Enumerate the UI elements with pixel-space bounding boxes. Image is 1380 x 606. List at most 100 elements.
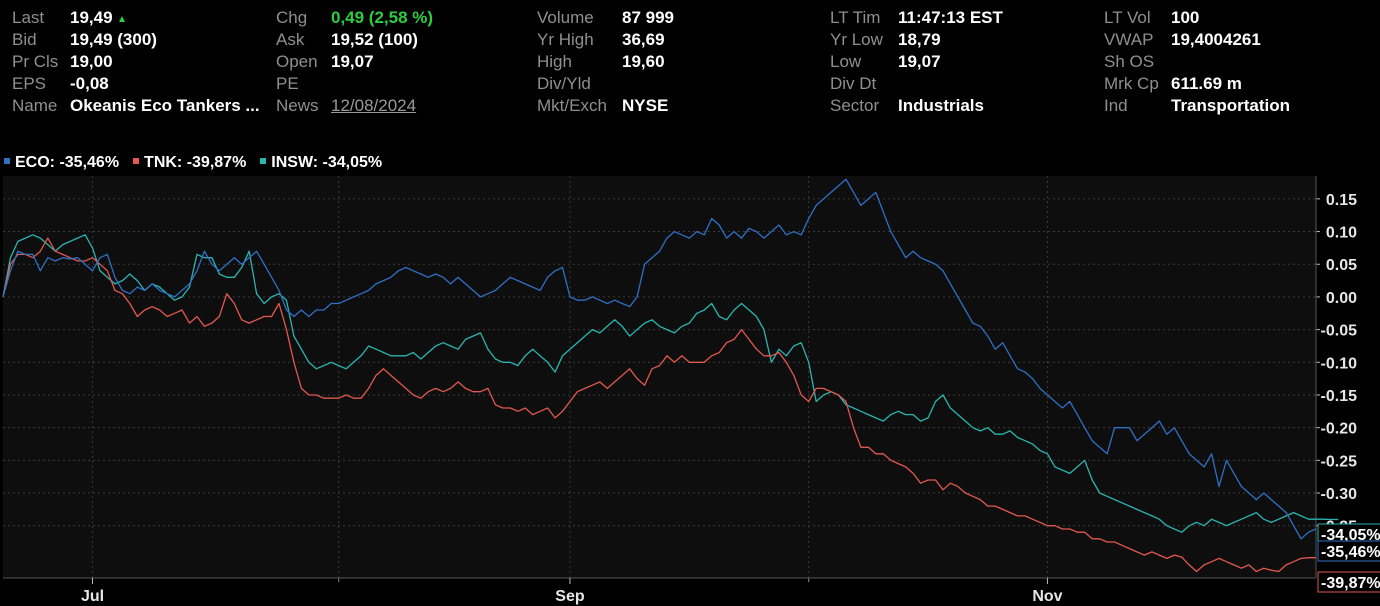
field-value-text-lt-tim: 11:47:13 EST [898, 8, 1003, 27]
legend-swatch-icon [260, 157, 267, 164]
field-label-sh-os: Sh OS [1104, 52, 1155, 71]
field-value-text-eps: -0,08 [70, 74, 109, 93]
end-label-text: -39,87% [1321, 575, 1380, 592]
field-value-ask: 19,52 (100) [331, 29, 418, 51]
y-tick-label: -0.15 [1321, 388, 1358, 405]
quote-row: Last 19,49 Chg 0,49 (2,58 %) Volume 87 999 LT … [0, 7, 1380, 29]
legend-item-eco[interactable]: ECO: -35,46% [4, 154, 119, 171]
field-label-div-dt: Div Dt [830, 74, 877, 93]
chart-legend: ECO: -35,46% TNK: -39,87% INSW: -34,05% [4, 152, 396, 174]
field-label-high: High [537, 52, 572, 71]
field-label-lt-vol: LT Vol [1104, 8, 1151, 27]
field-label-sector: Sector [830, 96, 880, 115]
field-label-news: News [276, 96, 319, 115]
y-tick-label: -0.30 [1321, 486, 1358, 503]
field-value-text-lt-vol: 100 [1171, 8, 1200, 27]
field-label-pe: PE [276, 74, 299, 93]
field-value-pr-cls: 19,00 [70, 51, 113, 73]
field-label-last: Last [12, 8, 45, 27]
field-value-text-yr-low: 18,79 [898, 30, 941, 49]
field-value-yr-high: 36,69 [622, 29, 665, 51]
x-tick-label: Sep [555, 588, 585, 605]
y-tick-label: 0.15 [1326, 192, 1357, 209]
chart-canvas[interactable]: 0.15 0.10 0.05 0.00 -0.05 -0.10 -0.15 -0.20 -0.2… [0, 174, 1380, 606]
field-value-sector: Industrials [898, 95, 984, 117]
field-label-ask: Ask [276, 30, 305, 49]
field-value-text-mrk-cp: 611.69 m [1171, 74, 1242, 93]
legend-text: ECO: -35,46% [15, 154, 120, 171]
field-label-mkt-exch: Mkt/Exch [537, 96, 607, 115]
field-value-chg: 0,49 (2,58 %) [331, 7, 433, 29]
quote-row: Bid 19,49 (300) Ask 19,52 (100) Yr High 36,69… [0, 29, 1380, 51]
field-value-yr-low: 18,79 [898, 29, 941, 51]
y-tick-label: -0.10 [1321, 355, 1358, 372]
quote-row: Name Okeanis Eco Tankers ... News 12/08/202… [0, 95, 1380, 117]
field-value-text-yr-high: 36,69 [622, 30, 665, 49]
field-value-lt-tim: 11:47:13 EST [898, 7, 1003, 29]
field-value-vwap: 19,4004261 [1171, 29, 1261, 51]
end-label-tnk: -39,87% [1317, 571, 1380, 593]
field-label-ind: Ind [1104, 96, 1128, 115]
x-tick-label: Nov [1032, 588, 1062, 605]
quote-panel: Last 19,49 Chg 0,49 (2,58 %) Volume 87 999 LT … [0, 0, 1380, 125]
field-value-ind: Transportation [1171, 95, 1290, 117]
legend-swatch-icon [4, 157, 10, 164]
legend-item-insw[interactable]: INSW: -34,05% [260, 154, 382, 171]
end-label-text: -35,46% [1321, 544, 1380, 561]
y-tick-label: -0.05 [1321, 323, 1358, 340]
field-value-mkt-exch: NYSE [622, 95, 668, 117]
legend-text: TNK: -39,87% [144, 154, 247, 171]
field-value-eps: -0,08 [70, 73, 109, 95]
field-label-mrk-cp: Mrk Cp [1104, 74, 1159, 93]
field-label-div-yld: Div/Yld [537, 74, 591, 93]
field-value-text-news: 12/08/2024 [331, 96, 417, 115]
y-tick-label: 0.10 [1326, 225, 1357, 242]
field-label-yr-low: Yr Low [830, 30, 883, 49]
up-triangle-icon [118, 15, 125, 22]
field-value-text-low: 19,07 [898, 52, 941, 71]
field-value-text-last: 19,49 [70, 8, 113, 27]
field-label-pr-cls: Pr Cls [12, 52, 59, 71]
field-label-volume: Volume [537, 8, 594, 27]
field-value-text-vwap: 19,4004261 [1171, 30, 1261, 49]
field-label-open: Open [276, 52, 318, 71]
field-value-last: 19,49 [70, 7, 125, 29]
field-value-text-ask: 19,52 (100) [331, 30, 418, 49]
quote-row: EPS -0,08 PE Div/Yld Div Dt Mrk Cp 611.69 m [0, 73, 1380, 95]
field-value-bid: 19,49 (300) [70, 29, 157, 51]
field-label-bid: Bid [12, 30, 37, 49]
field-value-text-mkt-exch: NYSE [622, 96, 669, 115]
plot-area [3, 176, 1316, 578]
quote-row: Pr Cls 19,00 Open 19,07 High 19,60 Low 19,07 Sh … [0, 51, 1380, 73]
field-value-news[interactable]: 12/08/2024 [331, 95, 416, 117]
field-value-text-volume: 87 999 [622, 8, 674, 27]
field-value-text-ind: Transportation [1171, 96, 1291, 115]
x-tick-label: Jul [81, 588, 104, 605]
y-tick-label: 0.00 [1326, 290, 1357, 307]
legend-swatch-icon [133, 157, 140, 164]
comparison-chart[interactable]: 0.15 0.10 0.05 0.00 -0.05 -0.10 -0.15 -0.20 -0.2… [0, 174, 1380, 606]
y-tick-label: -0.20 [1321, 421, 1358, 438]
field-label-eps: EPS [12, 74, 47, 93]
field-value-low: 19,07 [898, 51, 941, 73]
field-label-chg: Chg [276, 8, 308, 27]
field-label-vwap: VWAP [1104, 30, 1154, 49]
legend-text: INSW: -34,05% [271, 154, 383, 171]
field-label-lt-tim: LT Tim [830, 8, 881, 27]
field-value-text-pr-cls: 19,00 [70, 52, 113, 71]
field-label-low: Low [830, 52, 862, 71]
field-value-mrk-cp: 611.69 m [1171, 73, 1242, 95]
field-value-text-name: Okeanis Eco Tankers ... [70, 96, 260, 115]
field-value-name: Okeanis Eco Tankers ... [70, 95, 260, 117]
field-value-text-chg: 0,49 (2,58 %) [331, 8, 434, 27]
field-value-high: 19,60 [622, 51, 665, 73]
field-value-text-open: 19,07 [331, 52, 374, 71]
field-value-lt-vol: 100 [1171, 7, 1199, 29]
field-label-name: Name [12, 96, 58, 115]
y-tick-label: 0.05 [1326, 257, 1357, 274]
field-label-yr-high: Yr High [537, 30, 594, 49]
field-value-text-bid: 19,49 (300) [70, 30, 157, 49]
y-tick-label: -0.25 [1321, 453, 1358, 470]
legend-item-tnk[interactable]: TNK: -39,87% [133, 154, 246, 171]
end-label-eco: -35,46% [1317, 540, 1380, 562]
